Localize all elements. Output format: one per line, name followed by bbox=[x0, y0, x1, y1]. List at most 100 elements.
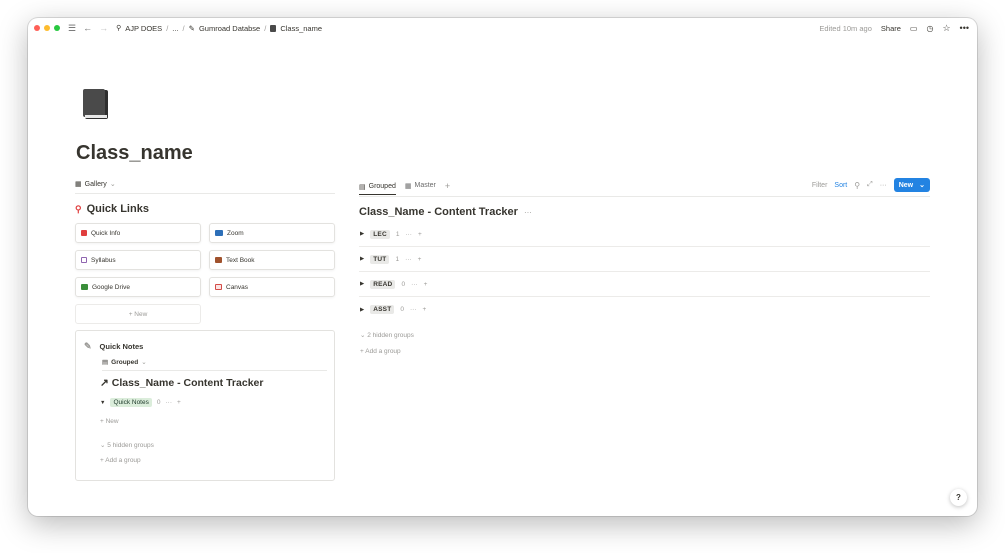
breadcrumb-item-database[interactable]: Gumroad Databse bbox=[199, 24, 260, 33]
gallery-card-canvas[interactable]: Canvas bbox=[209, 277, 335, 297]
gallery-grid-icon: ▦ bbox=[75, 181, 82, 188]
search-icon[interactable]: ⚲ bbox=[854, 181, 860, 190]
red-book-icon bbox=[81, 230, 87, 236]
database-title-text[interactable]: Class_Name - Content Tracker bbox=[359, 206, 518, 218]
breadcrumb-item-workspace[interactable]: AJP DOES bbox=[125, 24, 162, 33]
pencil-icon: ✎ bbox=[84, 341, 92, 351]
tram-icon bbox=[81, 257, 87, 263]
group-row-asst[interactable]: ▶ ASST 0 ··· + bbox=[359, 297, 930, 322]
favorite-star-icon[interactable]: ☆ bbox=[942, 23, 950, 34]
quick-links-gallery: Quick Info Zoom Syllabus Text Book Googl… bbox=[75, 223, 335, 324]
page-book-icon[interactable] bbox=[82, 88, 110, 120]
page-title[interactable]: Class_name bbox=[76, 142, 193, 165]
maximize-window-button[interactable] bbox=[54, 25, 60, 31]
pencil-icon: ✎ bbox=[188, 23, 195, 33]
breadcrumb: ⚲ AJP DOES / ... / ✎ Gumroad Databse / C… bbox=[116, 23, 323, 33]
topbar: ☰ ← → ⚲ AJP DOES / ... / ✎ Gumroad Datab… bbox=[28, 18, 977, 38]
quick-links-title: Quick Links bbox=[86, 203, 149, 215]
help-button[interactable]: ? bbox=[950, 489, 967, 506]
group-more-icon[interactable]: ··· bbox=[165, 399, 172, 406]
view-tabs: ▤ Grouped ▦ Master + Filter Sort ⚲ ⤢ ···… bbox=[359, 178, 930, 197]
group-list: ▶ LEC 1 ··· + ▶ TUT 1 ··· + ▶ READ 0 ···… bbox=[359, 222, 930, 322]
back-arrow-icon[interactable]: ← bbox=[83, 23, 92, 33]
hidden-groups-toggle[interactable]: ⌄ 2 hidden groups bbox=[359, 331, 930, 339]
share-button[interactable]: Share bbox=[881, 24, 901, 33]
breadcrumb-item-ellipsis[interactable]: ... bbox=[172, 24, 178, 33]
gallery-view-label: Gallery bbox=[84, 180, 107, 188]
forward-arrow-icon[interactable]: → bbox=[99, 23, 108, 33]
quick-notes-group-row[interactable]: ▼ Quick Notes 0 ··· + bbox=[100, 398, 181, 407]
history-clock-icon[interactable]: ◷ bbox=[926, 24, 933, 33]
sidebar-menu-icon[interactable]: ☰ bbox=[68, 23, 76, 34]
group-more-icon[interactable]: ··· bbox=[405, 256, 412, 263]
board-view-icon: ▤ bbox=[102, 359, 109, 366]
group-add-icon[interactable]: + bbox=[418, 256, 422, 263]
expand-icon[interactable]: ⤢ bbox=[867, 181, 873, 189]
group-row-tut[interactable]: ▶ TUT 1 ··· + bbox=[359, 247, 930, 272]
add-group-button[interactable]: + Add a group bbox=[359, 348, 930, 355]
gallery-card-quick-info[interactable]: Quick Info bbox=[75, 223, 201, 243]
gallery-card-text-book[interactable]: Text Book bbox=[209, 250, 335, 270]
group-label-pill: Quick Notes bbox=[110, 398, 152, 407]
group-more-icon[interactable]: ··· bbox=[405, 231, 412, 238]
gallery-card-syllabus[interactable]: Syllabus bbox=[75, 250, 201, 270]
add-view-icon[interactable]: + bbox=[445, 181, 450, 191]
minimize-window-button[interactable] bbox=[44, 25, 50, 31]
pin-icon: ⚲ bbox=[116, 25, 122, 32]
app-window: ☰ ← → ⚲ AJP DOES / ... / ✎ Gumroad Datab… bbox=[28, 18, 977, 516]
board-view-icon: ▤ bbox=[359, 183, 366, 191]
group-more-icon[interactable]: ··· bbox=[410, 306, 417, 313]
chevron-down-icon: ⌄ bbox=[109, 181, 116, 188]
expand-triangle-icon[interactable]: ▶ bbox=[360, 256, 364, 262]
database-more-icon[interactable]: ··· bbox=[524, 208, 532, 217]
quick-notes-callout: ✎ Quick Notes ▤ Grouped ⌄ ↗ Class_Name -… bbox=[75, 330, 335, 481]
new-card-button[interactable]: + New bbox=[75, 304, 201, 324]
expand-triangle-icon[interactable]: ▶ bbox=[360, 307, 364, 313]
comments-icon[interactable]: ▭ bbox=[910, 24, 918, 33]
linked-database-title[interactable]: ↗ Class_Name - Content Tracker bbox=[100, 377, 263, 389]
database-toolbar: Filter Sort ⚲ ⤢ ··· New ⌄ bbox=[812, 178, 930, 192]
collapse-triangle-icon[interactable]: ▼ bbox=[100, 400, 105, 406]
expand-triangle-icon[interactable]: ▶ bbox=[360, 231, 364, 237]
filter-button[interactable]: Filter bbox=[812, 182, 828, 189]
chevron-down-icon: ⌄ bbox=[100, 442, 106, 449]
group-row-lec[interactable]: ▶ LEC 1 ··· + bbox=[359, 222, 930, 247]
group-add-icon[interactable]: + bbox=[177, 399, 181, 406]
linked-arrow-icon: ↗ bbox=[100, 377, 109, 389]
chevron-down-icon[interactable]: ⌄ bbox=[919, 181, 925, 189]
gallery-view-tab[interactable]: ▦ Gallery ⌄ bbox=[75, 180, 335, 194]
group-count: 0 bbox=[156, 399, 161, 406]
group-row-read[interactable]: ▶ READ 0 ··· + bbox=[359, 272, 930, 297]
more-options-icon[interactable]: ••• bbox=[960, 23, 969, 33]
new-item-button[interactable]: + New bbox=[100, 418, 119, 425]
group-add-icon[interactable]: + bbox=[418, 231, 422, 238]
close-window-button[interactable] bbox=[34, 25, 40, 31]
card-label: Quick Info bbox=[91, 229, 121, 237]
group-add-icon[interactable]: + bbox=[424, 281, 428, 288]
expand-triangle-icon[interactable]: ▶ bbox=[360, 281, 364, 287]
add-group-button[interactable]: + Add a group bbox=[100, 457, 141, 464]
plus-icon: + bbox=[100, 457, 104, 464]
sort-button[interactable]: Sort bbox=[834, 182, 847, 189]
hidden-groups-toggle[interactable]: ⌄ 5 hidden groups bbox=[100, 441, 154, 449]
group-add-icon[interactable]: + bbox=[423, 306, 427, 313]
group-count: 0 bbox=[400, 306, 404, 313]
gallery-card-zoom[interactable]: Zoom bbox=[209, 223, 335, 243]
quick-notes-title: Quick Notes bbox=[99, 342, 144, 351]
picture-frame-icon bbox=[215, 284, 222, 290]
quick-notes-view-tab[interactable]: ▤ Grouped ⌄ bbox=[102, 358, 327, 371]
left-column: ▦ Gallery ⌄ ⚲ Quick Links Quick Info Zoo… bbox=[75, 180, 335, 481]
breadcrumb-item-page[interactable]: Class_name bbox=[280, 24, 322, 33]
card-label: Google Drive bbox=[92, 283, 130, 291]
card-label: Canvas bbox=[226, 283, 249, 291]
group-more-icon[interactable]: ··· bbox=[411, 281, 418, 288]
gallery-card-google-drive[interactable]: Google Drive bbox=[75, 277, 201, 297]
window-controls bbox=[34, 25, 60, 31]
more-options-icon[interactable]: ··· bbox=[880, 182, 887, 189]
edited-timestamp: Edited 10m ago bbox=[819, 23, 872, 33]
folder-icon bbox=[81, 284, 88, 290]
quick-notes-heading: ✎ Quick Notes bbox=[84, 341, 143, 352]
new-record-button[interactable]: New ⌄ bbox=[893, 178, 930, 192]
tab-master[interactable]: ▦ Master bbox=[405, 182, 436, 190]
tab-grouped[interactable]: ▤ Grouped bbox=[359, 183, 396, 195]
